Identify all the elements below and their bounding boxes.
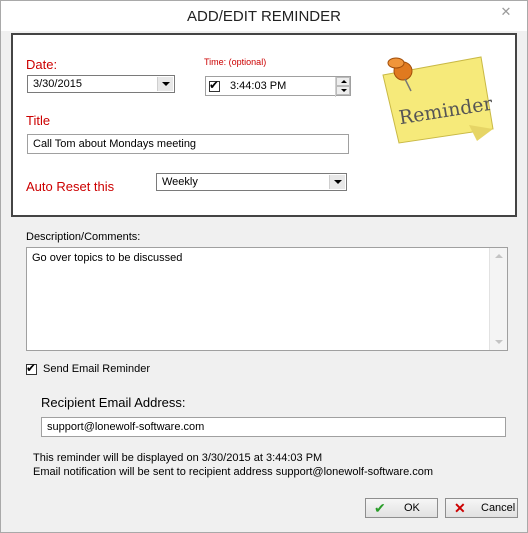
- recipient-label: Recipient Email Address:: [41, 395, 186, 410]
- dialog-window: ADD/EDIT REMINDER ✕ Date: 3/30/2015 Time…: [0, 0, 528, 533]
- spin-down-icon[interactable]: [336, 86, 350, 95]
- title-bar: ADD/EDIT REMINDER ✕: [1, 1, 527, 31]
- check-icon: ✔: [26, 361, 37, 375]
- date-value: 3/30/2015: [33, 78, 82, 90]
- auto-reset-select[interactable]: Weekly: [156, 173, 347, 191]
- window-title: ADD/EDIT REMINDER: [187, 8, 341, 25]
- title-input[interactable]: Call Tom about Mondays meeting: [27, 134, 349, 154]
- send-email-label[interactable]: Send Email Reminder: [43, 363, 150, 375]
- time-value: 3:44:03 PM: [230, 80, 287, 92]
- spin-up-icon[interactable]: [336, 77, 350, 86]
- summary-display-text: This reminder will be displayed on 3/30/…: [33, 452, 323, 464]
- scroll-down-icon[interactable]: [495, 340, 503, 344]
- cancel-button[interactable]: ✕ Cancel: [445, 498, 518, 518]
- summary-email-text: Email notification will be sent to recip…: [33, 466, 434, 478]
- scroll-up-icon[interactable]: [495, 254, 503, 258]
- description-value: Go over topics to be discussed: [32, 252, 183, 264]
- time-spinner[interactable]: [335, 77, 350, 97]
- check-icon: ✔: [374, 500, 386, 516]
- description-textarea[interactable]: Go over topics to be discussed: [26, 247, 508, 351]
- recipient-email-value: support@lonewolf-software.com: [47, 421, 205, 433]
- chevron-down-icon[interactable]: [157, 77, 173, 91]
- date-label: Date:: [26, 57, 58, 72]
- title-value: Call Tom about Mondays meeting: [33, 138, 197, 150]
- time-label: Time: (optional): [204, 57, 267, 67]
- date-picker[interactable]: 3/30/2015: [27, 75, 175, 93]
- recipient-email-input[interactable]: support@lonewolf-software.com: [41, 417, 506, 437]
- description-scrollbar[interactable]: [489, 248, 507, 350]
- description-label: Description/Comments:: [26, 231, 141, 243]
- auto-reset-value: Weekly: [162, 176, 198, 188]
- time-enabled-checkbox[interactable]: ✔: [209, 78, 220, 92]
- reminder-note-icon: Reminder: [382, 56, 495, 144]
- ok-label: OK: [404, 502, 420, 514]
- time-picker[interactable]: ✔ 3:44:03 PM: [205, 76, 351, 97]
- chevron-down-icon[interactable]: [329, 175, 345, 189]
- cancel-label: Cancel: [481, 502, 516, 514]
- ok-button[interactable]: ✔ OK: [365, 498, 438, 518]
- send-email-checkbox[interactable]: ✔: [26, 361, 37, 375]
- auto-reset-label: Auto Reset this: [26, 179, 115, 194]
- check-icon: ✔: [209, 78, 220, 92]
- title-label: Title: [26, 113, 51, 128]
- reminder-panel: Date: 3/30/2015 Time: (optional) ✔ 3:44:…: [11, 33, 517, 217]
- close-button[interactable]: ✕: [491, 2, 521, 22]
- x-icon: ✕: [454, 500, 466, 516]
